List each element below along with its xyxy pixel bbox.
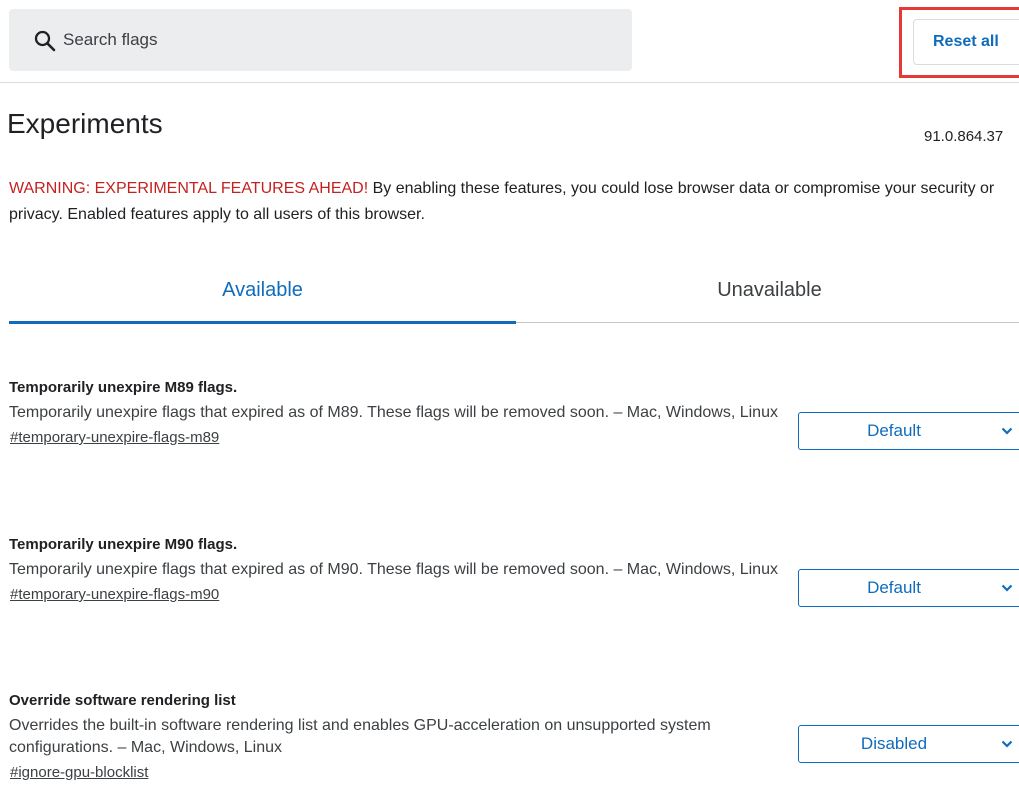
flag-name: Override software rendering list xyxy=(9,692,236,709)
flag-description: Temporarily unexpire flags that expired … xyxy=(9,404,778,421)
flags-page: Reset all Experiments 91.0.864.37 WARNIN… xyxy=(0,0,1019,799)
search-icon xyxy=(34,30,56,52)
tab-active-indicator xyxy=(9,321,516,324)
flag-state-value: Default xyxy=(867,578,921,597)
flag-link[interactable]: #temporary-unexpire-flags-m90 xyxy=(10,585,219,605)
flag-name: Temporarily unexpire M90 flags. xyxy=(9,536,238,553)
tab-available[interactable]: Available xyxy=(9,258,516,322)
chevron-down-icon xyxy=(1001,584,1013,592)
flag-item: Temporarily unexpire M89 flags. Temporar… xyxy=(9,378,1019,450)
search-input[interactable] xyxy=(63,26,603,54)
tab-unavailable[interactable]: Unavailable xyxy=(516,258,1019,322)
warning-label: WARNING: EXPERIMENTAL FEATURES AHEAD! xyxy=(9,180,369,197)
flag-item: Override software rendering list Overrid… xyxy=(9,691,1019,783)
flag-link[interactable]: #ignore-gpu-blocklist xyxy=(10,763,148,783)
search-box[interactable] xyxy=(9,9,632,71)
flag-state-value: Disabled xyxy=(860,734,928,753)
flag-link[interactable]: #temporary-unexpire-flags-m89 xyxy=(10,428,219,448)
header-bar: Reset all xyxy=(0,0,1019,83)
flag-state-select[interactable]: Default xyxy=(798,569,1019,607)
flag-state-select[interactable]: Default xyxy=(798,412,1019,450)
flag-name: Temporarily unexpire M89 flags. xyxy=(9,379,238,396)
flag-state-value: Default xyxy=(867,421,921,440)
flag-description: Overrides the built-in software renderin… xyxy=(9,717,711,756)
version-label: 91.0.864.37 xyxy=(924,128,1004,145)
page-title: Experiments xyxy=(7,108,163,139)
flag-item: Temporarily unexpire M90 flags. Temporar… xyxy=(9,535,1019,607)
flag-description: Temporarily unexpire flags that expired … xyxy=(9,561,778,578)
warning-message: WARNING: EXPERIMENTAL FEATURES AHEAD! By… xyxy=(9,176,1009,228)
flag-state-select[interactable]: Disabled xyxy=(798,725,1019,763)
chevron-down-icon xyxy=(1001,740,1013,748)
reset-all-button[interactable]: Reset all xyxy=(913,19,1019,65)
chevron-down-icon xyxy=(1001,427,1013,435)
